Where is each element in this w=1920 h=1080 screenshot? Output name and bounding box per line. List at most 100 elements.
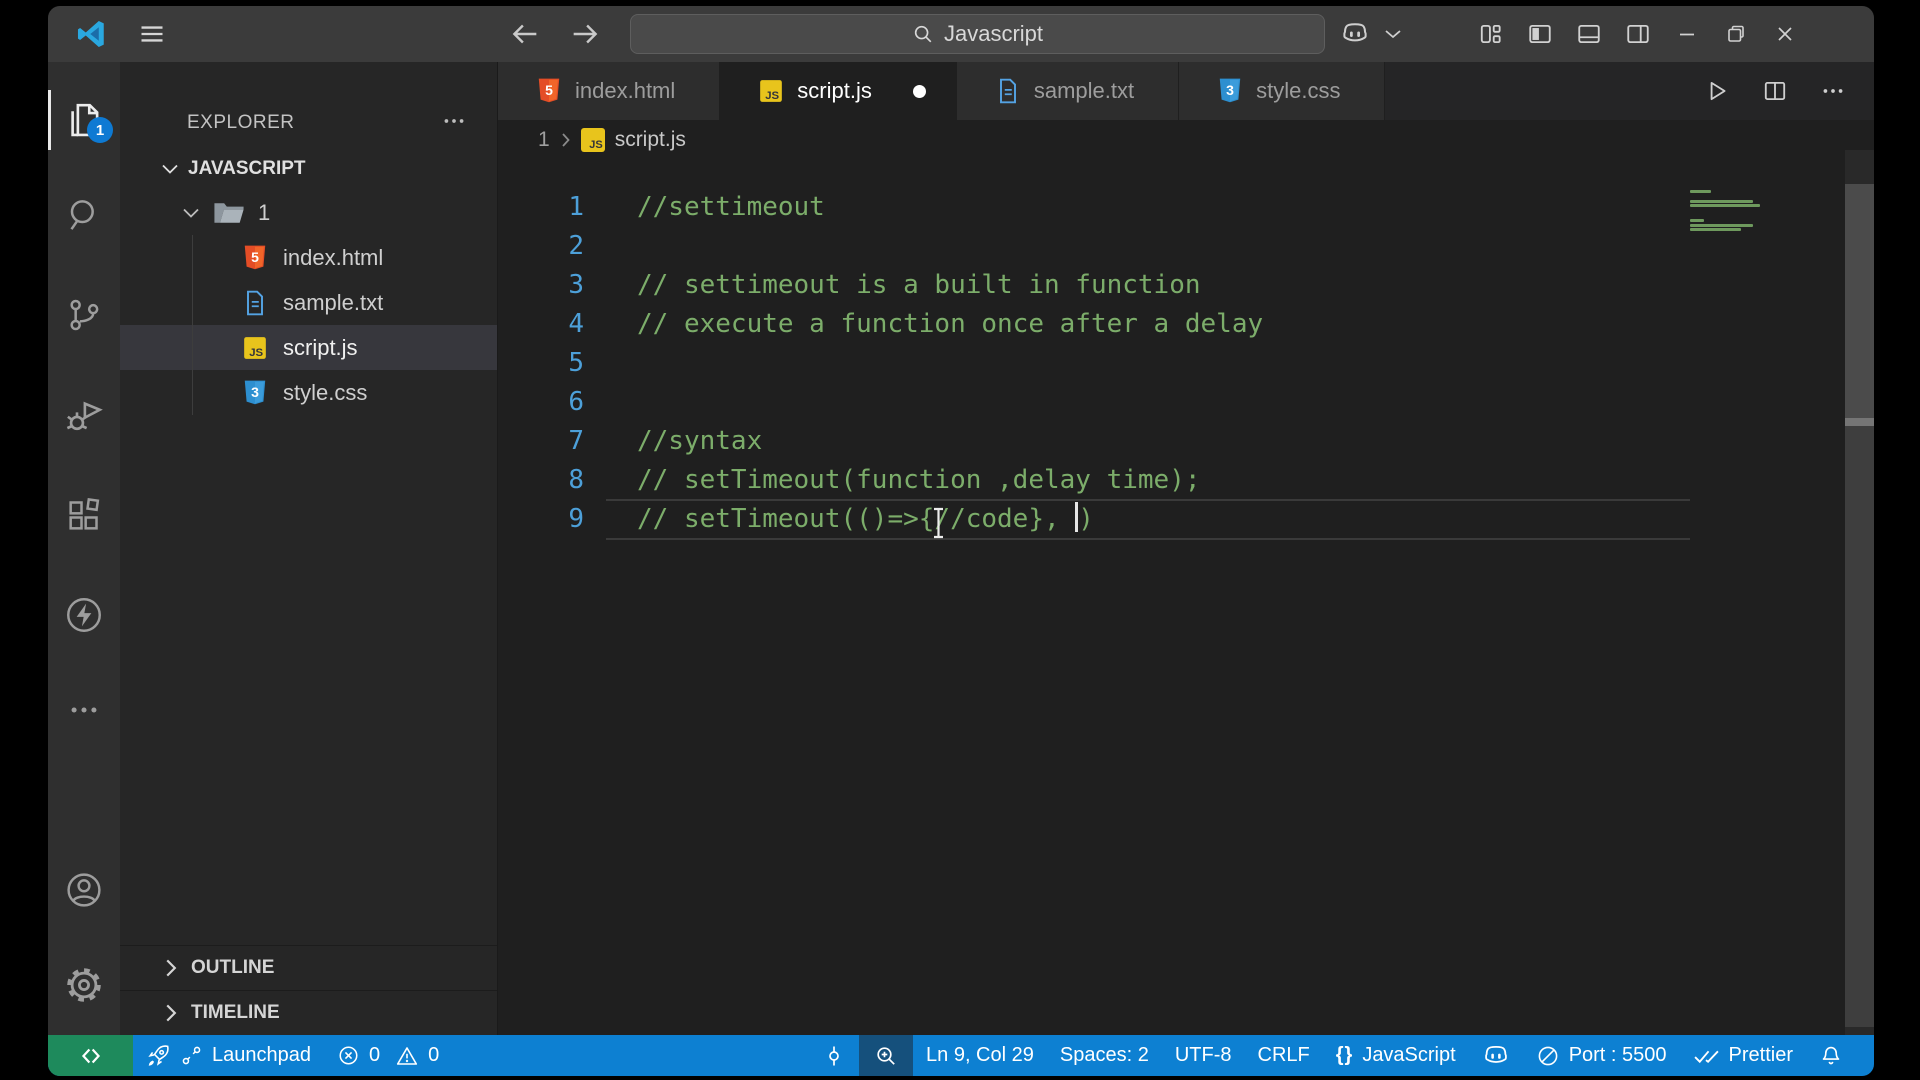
close-button[interactable] — [1760, 6, 1809, 62]
indentation[interactable]: Spaces: 2 — [1047, 1035, 1162, 1076]
tab-bar: 5 index.html JSscript.js sample.txt 3style.c… — [498, 62, 1874, 120]
breadcrumb-file[interactable]: script.js — [615, 128, 686, 152]
explorer-more-actions-icon[interactable] — [441, 108, 467, 134]
file-sample.txt[interactable]: sample.txt — [120, 280, 497, 325]
code-line-6[interactable]: 6 — [498, 383, 1874, 422]
code-text: // setTimeout(function ,delay time); — [637, 461, 1201, 500]
minimap-line — [1690, 219, 1704, 222]
scrollbar-notch — [1845, 418, 1874, 426]
editor-group: 5 index.html JSscript.js sample.txt 3style.c… — [497, 62, 1874, 1035]
copilot-icon[interactable] — [1340, 21, 1370, 47]
eol-sequence[interactable]: CRLF — [1245, 1035, 1323, 1076]
minimap[interactable] — [1690, 190, 1840, 233]
tab-sample.txt[interactable]: sample.txt — [957, 62, 1179, 120]
code-line-9[interactable]: 9// setTimeout(()=>{//code}, ) — [498, 500, 1874, 539]
line-number: 2 — [498, 227, 584, 266]
html-file-icon: 5 — [242, 244, 268, 272]
more-actions-icon[interactable] — [1820, 78, 1846, 104]
code-line-7[interactable]: 7//syntax — [498, 422, 1874, 461]
explorer-activity-icon[interactable]: 1 — [48, 84, 120, 156]
sidebar-explorer: EXPLORER JAVASCRIPT 1 5inde — [120, 62, 497, 1035]
chevron-down-icon[interactable] — [1384, 28, 1402, 40]
commit-status-icon[interactable] — [809, 1035, 859, 1076]
search-activity-icon[interactable] — [48, 179, 120, 251]
more-actions-icon[interactable] — [48, 674, 120, 746]
live-server-port[interactable]: Port : 5500 — [1523, 1035, 1680, 1076]
toggle-panel-icon[interactable] — [1564, 6, 1613, 62]
svg-text:5: 5 — [545, 82, 553, 98]
error-count: 0 — [369, 1044, 380, 1067]
chevron-right-icon — [164, 1003, 177, 1023]
split-editor-icon[interactable] — [1762, 78, 1788, 104]
code-text: // setTimeout(()=>{//code}, ) — [637, 500, 1094, 539]
error-circle-icon — [337, 1044, 360, 1067]
txt-file-icon — [242, 289, 268, 317]
file-style.css[interactable]: 3style.css — [120, 370, 497, 415]
remote-indicator[interactable] — [48, 1035, 133, 1076]
code-text: //syntax — [637, 422, 762, 461]
folder-row[interactable]: 1 — [120, 190, 497, 235]
scrollbar-track — [1845, 426, 1874, 1027]
svg-text:3: 3 — [1226, 82, 1234, 98]
tab-style.css[interactable]: 3style.css — [1179, 62, 1385, 120]
file-label: index.html — [283, 245, 383, 271]
toggle-sidebar-icon[interactable] — [1515, 6, 1564, 62]
scrollbar-slider[interactable] — [1845, 184, 1874, 418]
chevron-down-icon — [160, 162, 180, 176]
code-line-1[interactable]: 1//settimeout — [498, 188, 1874, 227]
tab-label: sample.txt — [1034, 78, 1134, 104]
source-control-activity-icon[interactable] — [48, 279, 120, 351]
tab-label: index.html — [575, 78, 675, 104]
file-script.js[interactable]: JSscript.js — [120, 325, 497, 370]
workspace-section-header[interactable]: JAVASCRIPT — [120, 148, 497, 190]
svg-text:3: 3 — [251, 383, 259, 399]
code-line-2[interactable]: 2 — [498, 227, 1874, 266]
code-text: // settimeout is a built in function — [637, 266, 1201, 305]
minimap-line — [1690, 204, 1760, 207]
extensions-activity-icon[interactable] — [48, 479, 120, 551]
notifications-bell-icon[interactable] — [1806, 1035, 1856, 1076]
code-line-3[interactable]: 3// settimeout is a built in function — [498, 266, 1874, 305]
activity-bar: 1 — [48, 62, 120, 1035]
tab-label: script.js — [797, 78, 872, 104]
launchpad-status-item[interactable]: Launchpad — [133, 1035, 324, 1076]
menu-hamburger-icon[interactable] — [138, 20, 166, 48]
minimize-button[interactable] — [1662, 6, 1711, 62]
breadcrumb-folder[interactable]: 1 — [538, 128, 550, 152]
outline-panel-header[interactable]: OUTLINE — [120, 945, 497, 990]
settings-gear-icon[interactable] — [48, 949, 120, 1021]
file-index.html[interactable]: 5 index.html — [120, 235, 497, 280]
editor-scrollbar[interactable] — [1845, 150, 1874, 1035]
cursor-position[interactable]: Ln 9, Col 29 — [913, 1035, 1047, 1076]
zoom-in-status-icon[interactable] — [859, 1035, 913, 1076]
language-mode[interactable]: {} JavaScript — [1323, 1035, 1469, 1076]
tab-script.js[interactable]: JSscript.js — [720, 62, 957, 120]
flow-icon — [180, 1044, 203, 1067]
timeline-panel-header[interactable]: TIMELINE — [120, 990, 497, 1035]
prettier-status-item[interactable]: Prettier — [1680, 1035, 1806, 1076]
restore-button[interactable] — [1711, 6, 1760, 62]
back-arrow-icon[interactable] — [508, 17, 542, 51]
live-server-activity-icon[interactable] — [48, 579, 120, 651]
tabs: 5 index.html JSscript.js sample.txt 3style.c… — [498, 62, 1385, 120]
command-center-search[interactable]: Javascript — [630, 14, 1325, 54]
code-line-5[interactable]: 5 — [498, 344, 1874, 383]
folder-open-icon — [212, 199, 246, 227]
tab-index.html[interactable]: 5 index.html — [498, 62, 720, 120]
status-bar: Launchpad 0 0 Ln 9, Col 29 Spaces: 2 UTF… — [48, 1035, 1874, 1076]
code-text: // execute a function once after a delay — [637, 305, 1263, 344]
code-line-8[interactable]: 8// setTimeout(function ,delay time); — [498, 461, 1874, 500]
double-check-icon — [1693, 1045, 1720, 1067]
code-area[interactable]: 1//settimeout23// settimeout is a built … — [498, 160, 1874, 1035]
forward-arrow-icon[interactable] — [568, 17, 602, 51]
braces-icon: {} — [1336, 1044, 1354, 1067]
run-code-icon[interactable] — [1704, 78, 1730, 104]
code-line-4[interactable]: 4// execute a function once after a dela… — [498, 305, 1874, 344]
toggle-secondary-sidebar-icon[interactable] — [1613, 6, 1662, 62]
encoding[interactable]: UTF-8 — [1162, 1035, 1245, 1076]
customize-layout-icon[interactable] — [1466, 6, 1515, 62]
copilot-status-icon[interactable] — [1469, 1035, 1523, 1076]
account-icon[interactable] — [48, 854, 120, 926]
run-and-debug-activity-icon[interactable] — [48, 379, 120, 451]
problems-status-item[interactable]: 0 0 — [324, 1035, 452, 1076]
